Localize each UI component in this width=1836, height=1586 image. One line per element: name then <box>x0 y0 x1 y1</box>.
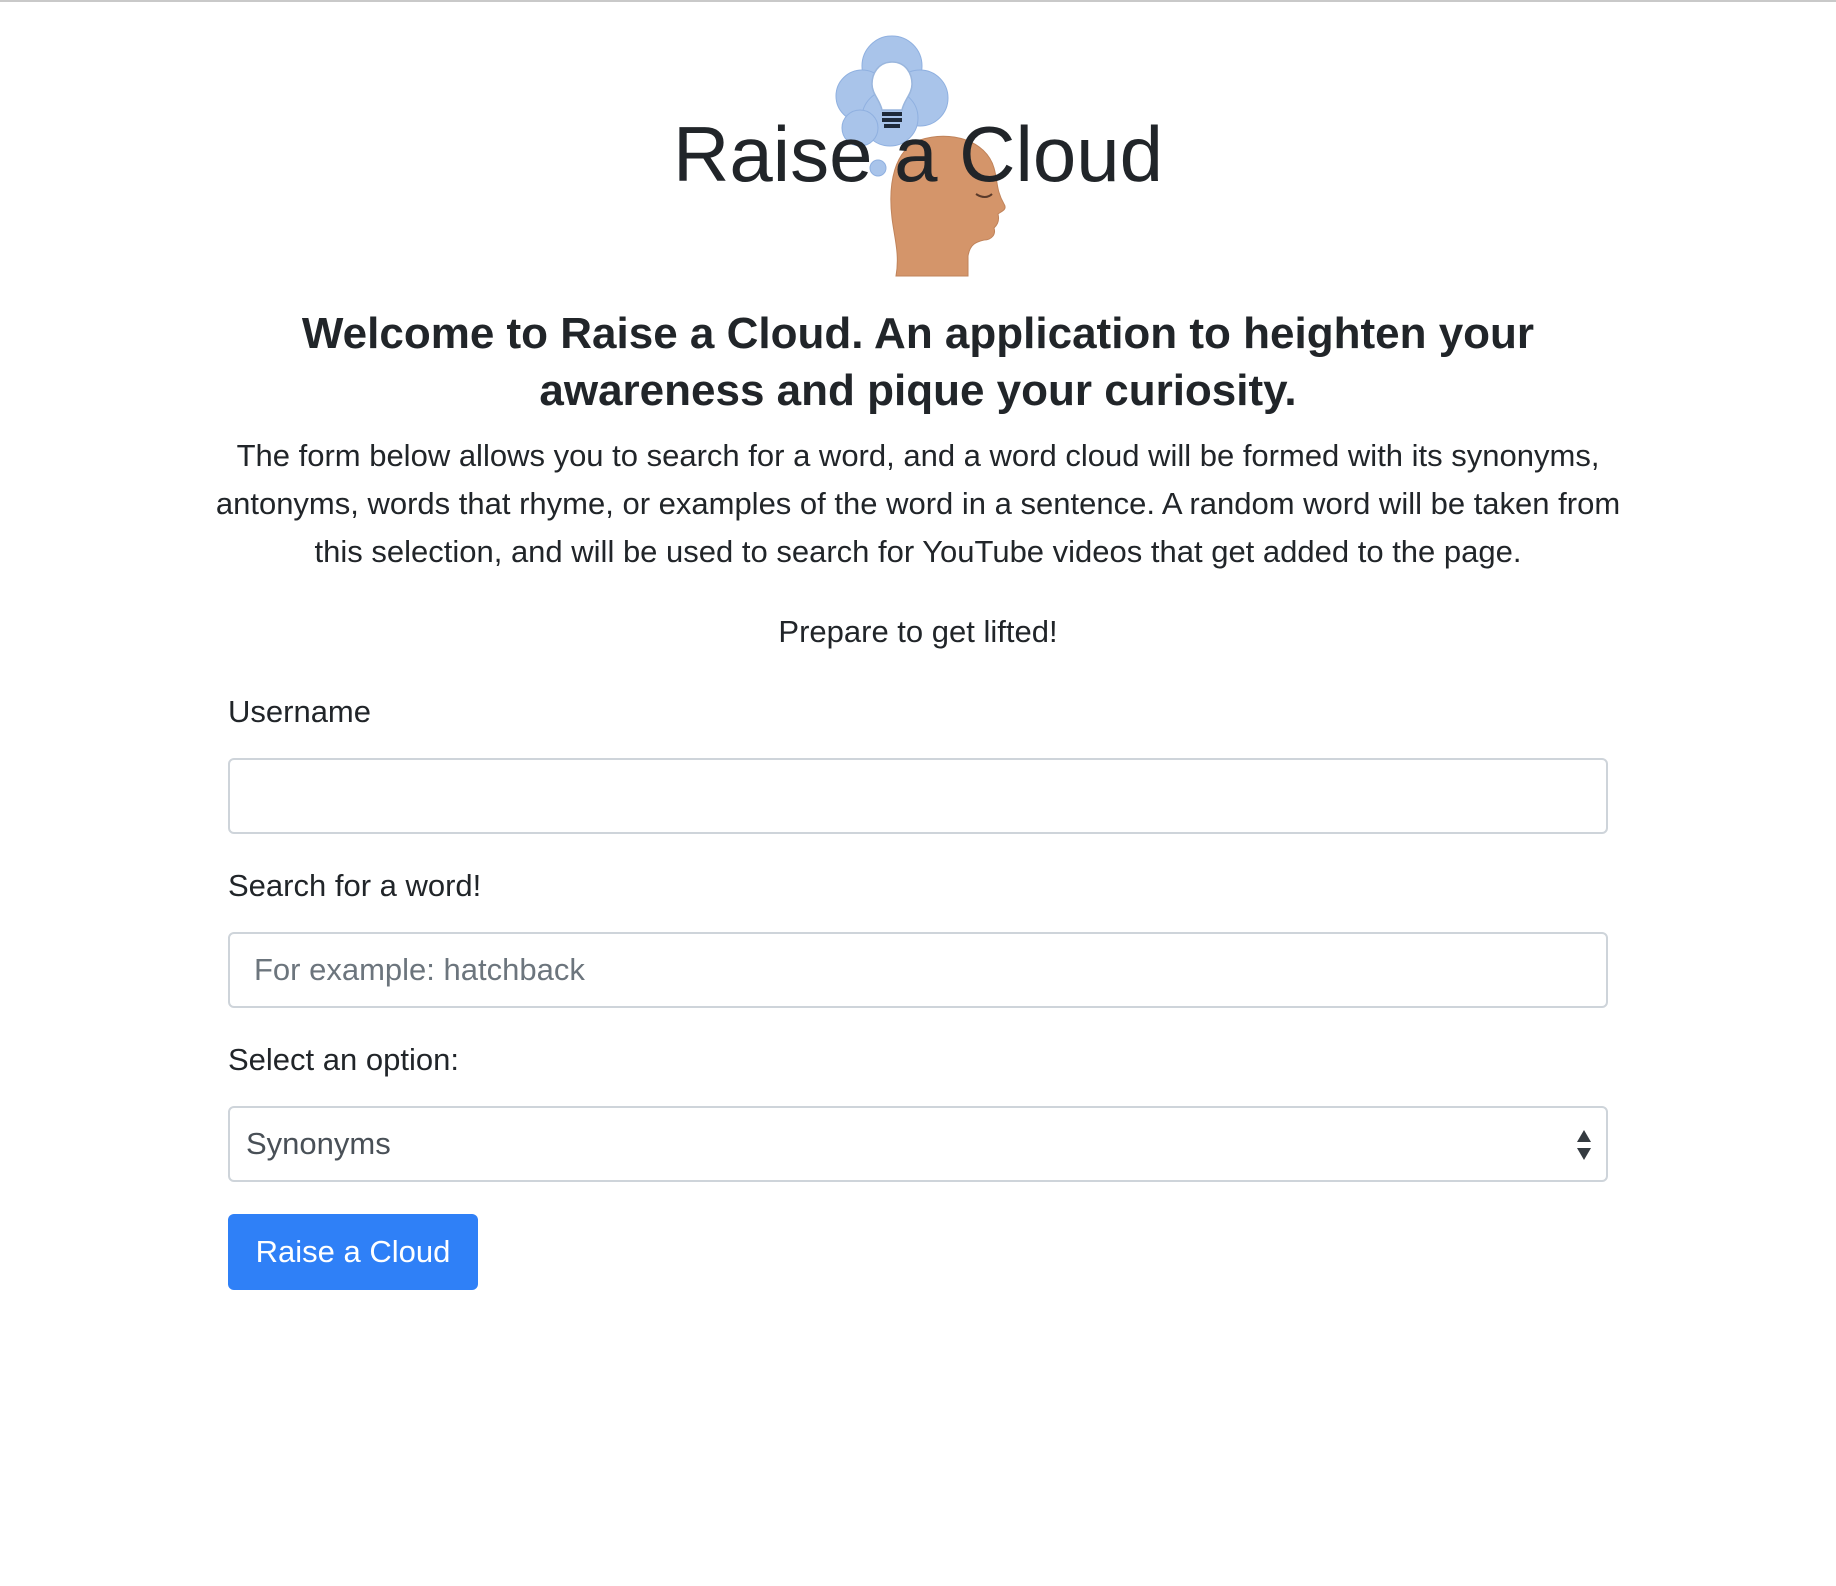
username-label: Username <box>228 694 371 729</box>
search-field-group: Search for a word! <box>228 862 1608 1008</box>
option-label: Select an option: <box>228 1042 459 1077</box>
option-select-value: Synonyms <box>246 1126 391 1161</box>
search-label: Search for a word! <box>228 868 482 903</box>
search-input[interactable] <box>228 932 1608 1008</box>
username-input[interactable] <box>228 758 1608 834</box>
search-form: Username Search for a word! Select an op… <box>228 688 1608 1290</box>
option-field-group: Select an option: Synonyms <box>228 1036 1608 1182</box>
page: Raise a Cloud Welcome to Raise a Cloud. … <box>0 0 1836 1586</box>
welcome-heading: Welcome to Raise a Cloud. An application… <box>301 309 1535 415</box>
username-field-group: Username <box>228 688 1608 834</box>
raise-cloud-button[interactable]: Raise a Cloud <box>228 1214 478 1290</box>
tagline: Prepare to get lifted! <box>778 614 1058 649</box>
page-title: Raise a Cloud <box>673 110 1163 198</box>
option-select[interactable]: Synonyms <box>228 1106 1608 1182</box>
intro-description: The form below allows you to search for … <box>215 438 1621 569</box>
up-down-arrows-icon <box>1577 1130 1591 1160</box>
